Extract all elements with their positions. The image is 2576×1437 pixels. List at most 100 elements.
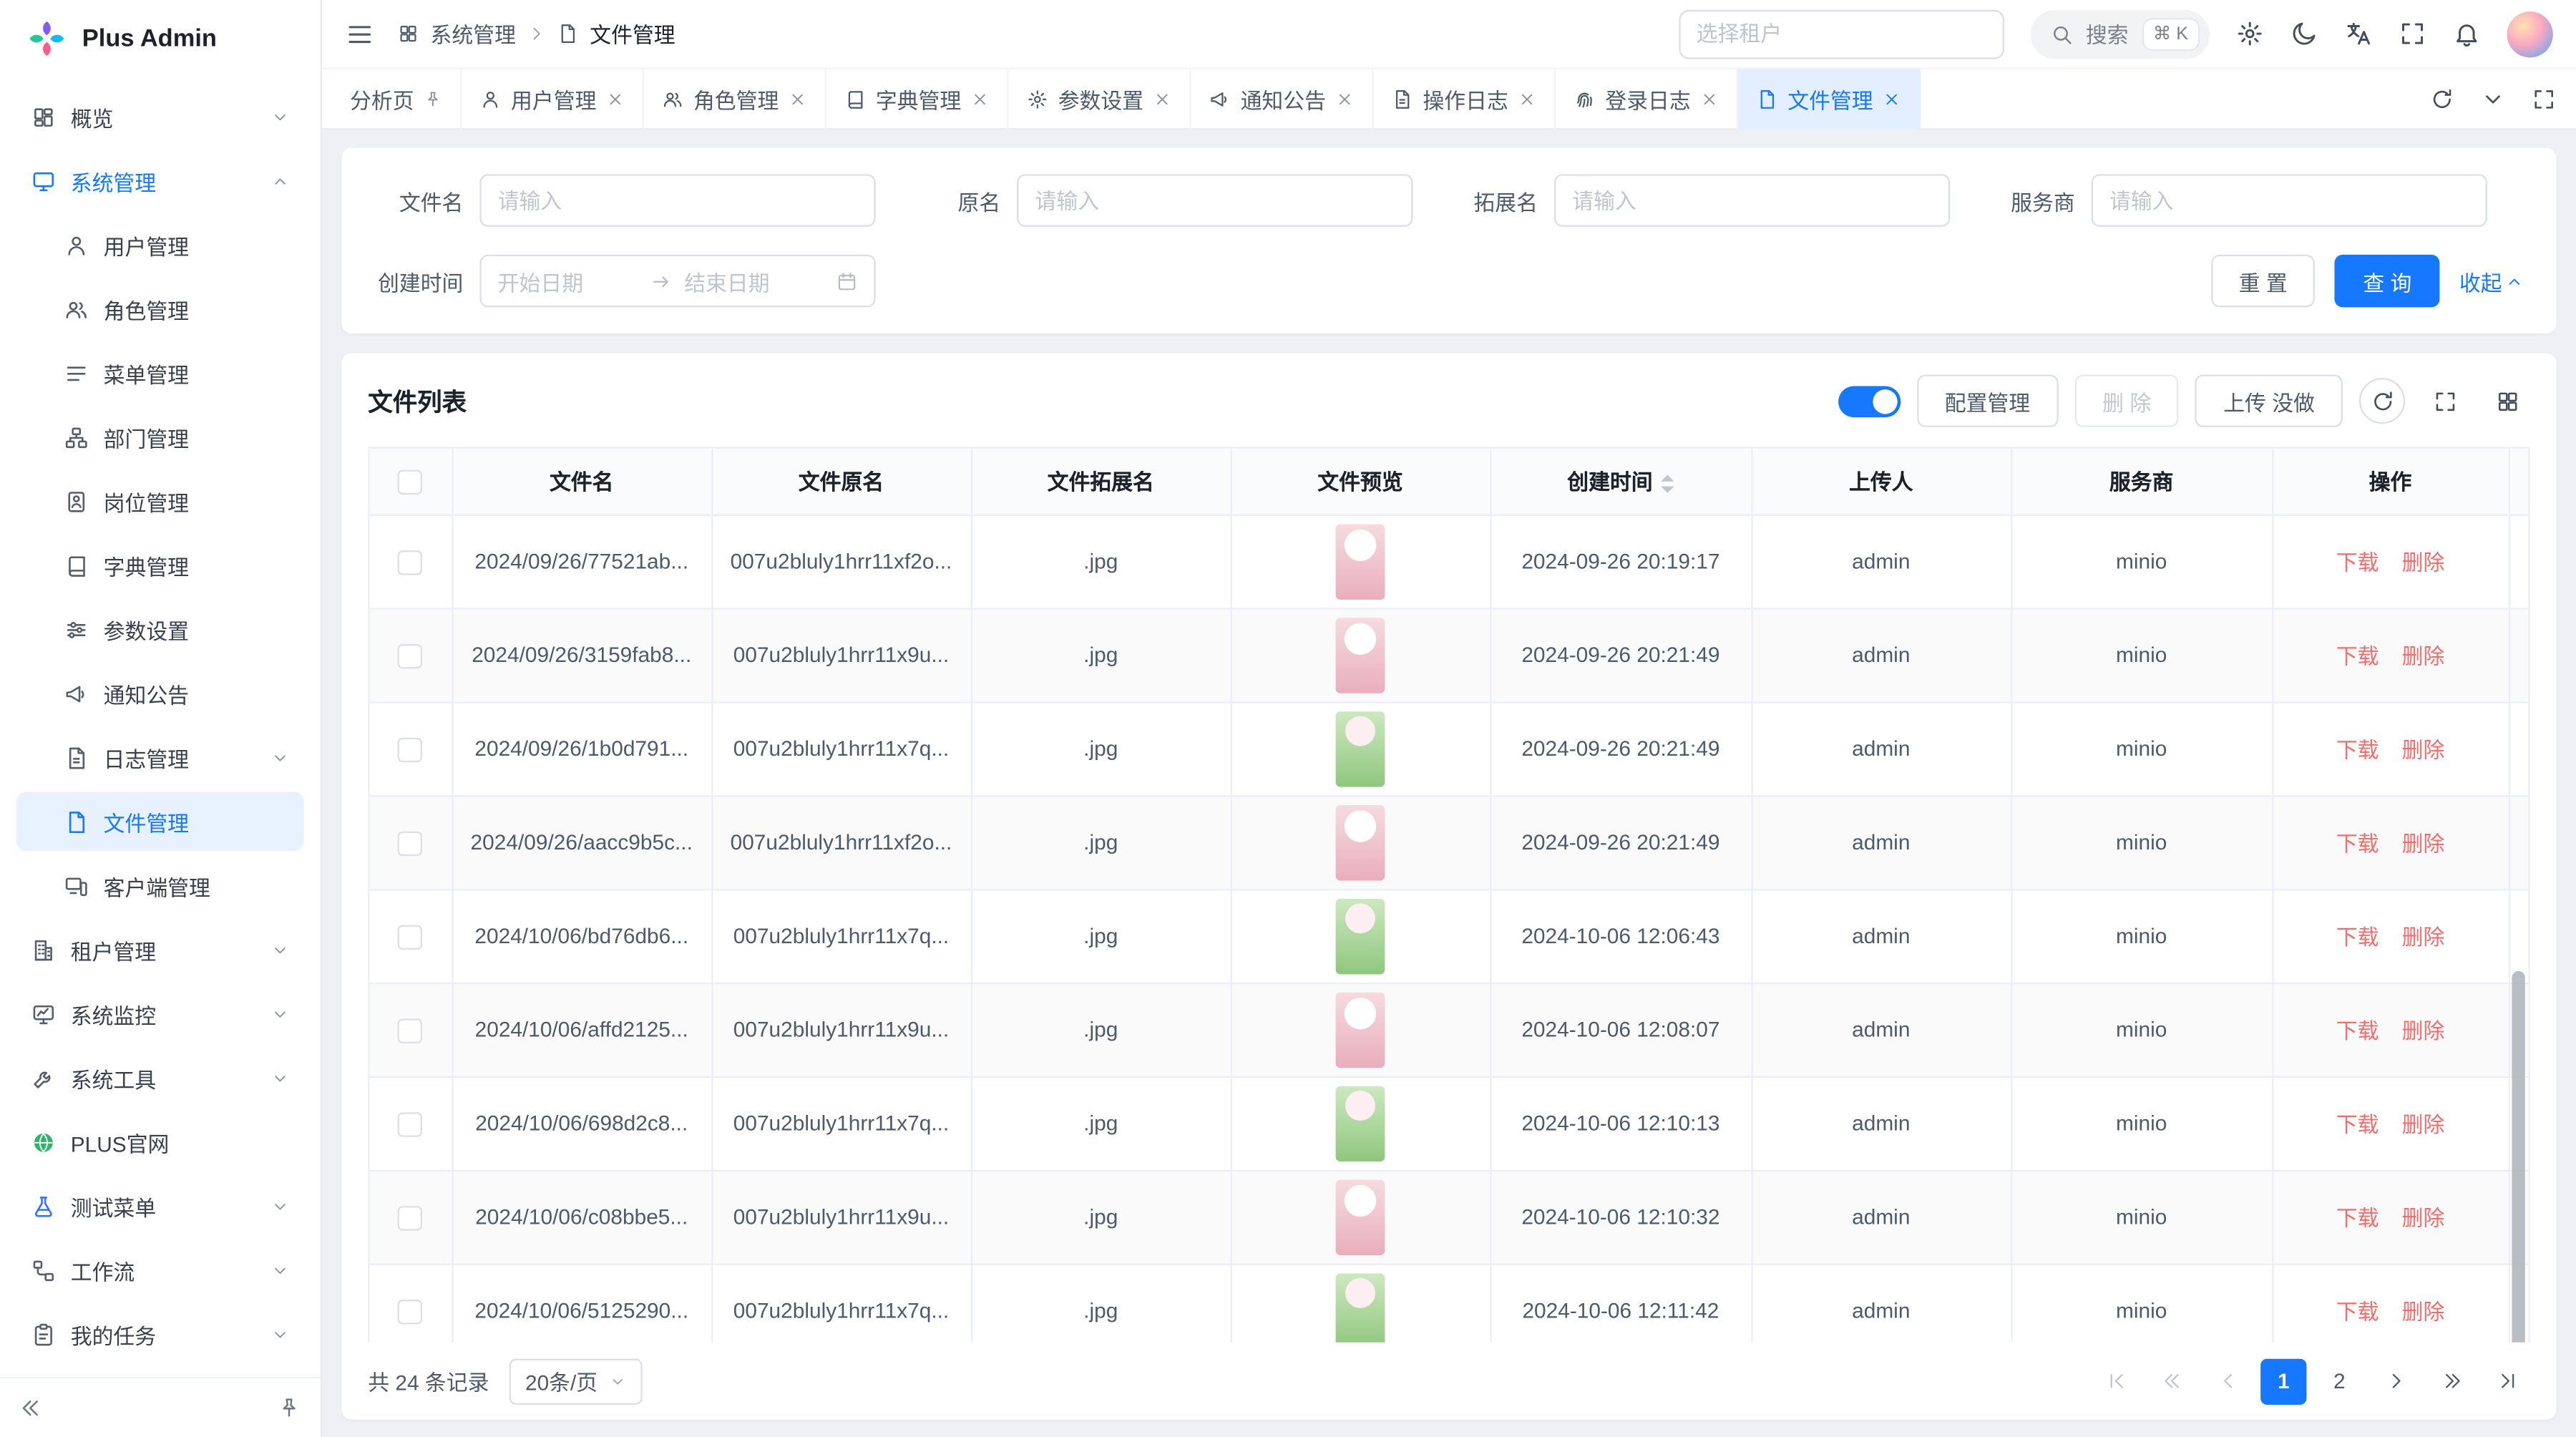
preview-thumbnail[interactable]	[1336, 992, 1385, 1068]
select-all-checkbox[interactable]	[398, 469, 422, 494]
page-tab[interactable]: 角色管理	[644, 68, 826, 129]
content-fullscreen-icon[interactable]	[2532, 87, 2556, 111]
preview-thumbnail[interactable]	[1336, 1272, 1385, 1343]
sidebar-item[interactable]: 系统管理	[16, 151, 304, 210]
page-tab[interactable]: 字典管理	[826, 68, 1009, 129]
row-checkbox[interactable]	[398, 550, 422, 574]
preview-thumbnail[interactable]	[1336, 711, 1385, 786]
tab-close-icon[interactable]	[606, 89, 624, 107]
page-tab[interactable]: 分析页	[332, 68, 462, 129]
row-checkbox[interactable]	[398, 925, 422, 949]
row-checkbox[interactable]	[398, 1018, 422, 1042]
refresh-page-icon[interactable]	[2430, 87, 2454, 111]
tab-close-icon[interactable]	[789, 89, 806, 107]
preview-thumbnail[interactable]	[1336, 804, 1385, 880]
pin-sidebar-icon[interactable]	[278, 1397, 301, 1420]
sidebar-item[interactable]: 测试菜单	[16, 1177, 304, 1236]
page-tab[interactable]: 用户管理	[462, 68, 644, 129]
sidebar-item[interactable]: 工作流	[16, 1240, 304, 1300]
filter-field-input[interactable]	[1017, 174, 1413, 226]
delete-link[interactable]: 删除	[2402, 925, 2445, 950]
sidebar-item[interactable]: 角色管理	[16, 279, 304, 338]
collapse-sidebar-button[interactable]	[20, 1397, 43, 1420]
language-icon[interactable]	[2344, 20, 2372, 48]
page-tab[interactable]: 文件管理	[1738, 68, 1921, 129]
preview-thumbnail[interactable]	[1336, 523, 1385, 599]
page-tab[interactable]: 操作日志	[1374, 68, 1556, 129]
page-tab[interactable]: 登录日志	[1556, 68, 1738, 129]
sidebar-item[interactable]: 日志管理	[16, 728, 304, 787]
settings-gear-icon[interactable]	[2236, 20, 2264, 48]
preview-thumbnail[interactable]	[1336, 1085, 1385, 1161]
sidebar-item[interactable]: 租户管理	[16, 920, 304, 980]
download-link[interactable]: 下载	[2336, 550, 2379, 575]
next-page-button[interactable]	[2372, 1358, 2418, 1404]
sidebar-item[interactable]: 系统监控	[16, 984, 304, 1043]
row-checkbox[interactable]	[398, 737, 422, 761]
delete-link[interactable]: 删除	[2402, 1018, 2445, 1043]
preview-thumbnail[interactable]	[1336, 898, 1385, 974]
pin-icon[interactable]	[424, 89, 441, 107]
delete-link[interactable]: 删除	[2402, 1206, 2445, 1230]
tab-close-icon[interactable]	[1518, 89, 1536, 107]
delete-link[interactable]: 删除	[2402, 644, 2445, 668]
tab-close-icon[interactable]	[1336, 89, 1354, 107]
delete-link[interactable]: 删除	[2402, 550, 2445, 575]
download-link[interactable]: 下载	[2336, 1112, 2379, 1136]
delete-link[interactable]: 删除	[2402, 738, 2445, 762]
tab-close-icon[interactable]	[971, 89, 989, 107]
download-link[interactable]: 下载	[2336, 738, 2379, 762]
global-search[interactable]: 搜索 ⌘ K	[2030, 9, 2210, 59]
preview-thumbnail[interactable]	[1336, 617, 1385, 693]
sidebar-item[interactable]: 通知公告	[16, 664, 304, 724]
list-toggle[interactable]	[1838, 385, 1901, 417]
dark-mode-moon-icon[interactable]	[2290, 20, 2318, 48]
sidebar-item[interactable]: 字典管理	[16, 535, 304, 595]
app-logo[interactable]: Plus Admin	[0, 0, 321, 76]
sidebar-item[interactable]: gitee记录	[16, 1368, 304, 1376]
row-checkbox[interactable]	[398, 831, 422, 855]
sidebar-item[interactable]: 岗位管理	[16, 472, 304, 531]
reset-button[interactable]: 重 置	[2211, 255, 2316, 307]
fullscreen-icon[interactable]	[2399, 20, 2426, 48]
collapse-filter-link[interactable]: 收起	[2459, 266, 2524, 297]
row-checkbox[interactable]	[398, 643, 422, 668]
date-range-picker[interactable]: 开始日期 结束日期	[479, 255, 875, 307]
first-page-button[interactable]	[2093, 1358, 2139, 1404]
delete-link[interactable]: 删除	[2402, 832, 2445, 856]
notifications-bell-icon[interactable]	[2453, 20, 2481, 48]
jump-forward-button[interactable]	[2428, 1358, 2474, 1404]
config-manage-button[interactable]: 配置管理	[1917, 374, 2058, 427]
sidebar-item[interactable]: 文件管理	[16, 792, 304, 852]
delete-button[interactable]: 删 除	[2074, 374, 2179, 427]
sidebar-item[interactable]: 我的任务	[16, 1305, 304, 1364]
page-size-select[interactable]: 20条/页	[509, 1358, 642, 1404]
page-number-button[interactable]: 2	[2316, 1358, 2362, 1404]
vertical-scrollbar[interactable]	[2512, 971, 2524, 1343]
tab-menu-chevron-icon[interactable]	[2481, 87, 2505, 111]
sidebar-item[interactable]: 系统工具	[16, 1048, 304, 1108]
sidebar-item[interactable]: 参数设置	[16, 600, 304, 659]
sidebar-item[interactable]: PLUS官网	[16, 1112, 304, 1171]
download-link[interactable]: 下载	[2336, 1300, 2379, 1324]
upload-button[interactable]: 上传 没做	[2195, 374, 2343, 427]
sidebar-item[interactable]: 部门管理	[16, 407, 304, 467]
download-link[interactable]: 下载	[2336, 925, 2379, 950]
delete-link[interactable]: 删除	[2402, 1112, 2445, 1136]
column-settings-button[interactable]	[2484, 378, 2529, 424]
prev-page-button[interactable]	[2205, 1358, 2250, 1404]
sidebar-item[interactable]: 概览	[16, 87, 304, 147]
refresh-list-button[interactable]	[2359, 378, 2405, 424]
hamburger-icon[interactable]	[345, 19, 374, 48]
table-fullscreen-button[interactable]	[2421, 378, 2467, 424]
page-tab[interactable]: 通知公告	[1191, 68, 1374, 129]
row-checkbox[interactable]	[398, 1111, 422, 1136]
jump-back-button[interactable]	[2149, 1358, 2195, 1404]
filter-field-input[interactable]	[2092, 174, 2487, 226]
tab-close-icon[interactable]	[1153, 89, 1171, 107]
download-link[interactable]: 下载	[2336, 1206, 2379, 1230]
sidebar-item[interactable]: 用户管理	[16, 215, 304, 275]
sort-carets-icon[interactable]	[1661, 475, 1674, 493]
preview-thumbnail[interactable]	[1336, 1179, 1385, 1255]
column-header-time[interactable]: 创建时间	[1490, 449, 1751, 515]
